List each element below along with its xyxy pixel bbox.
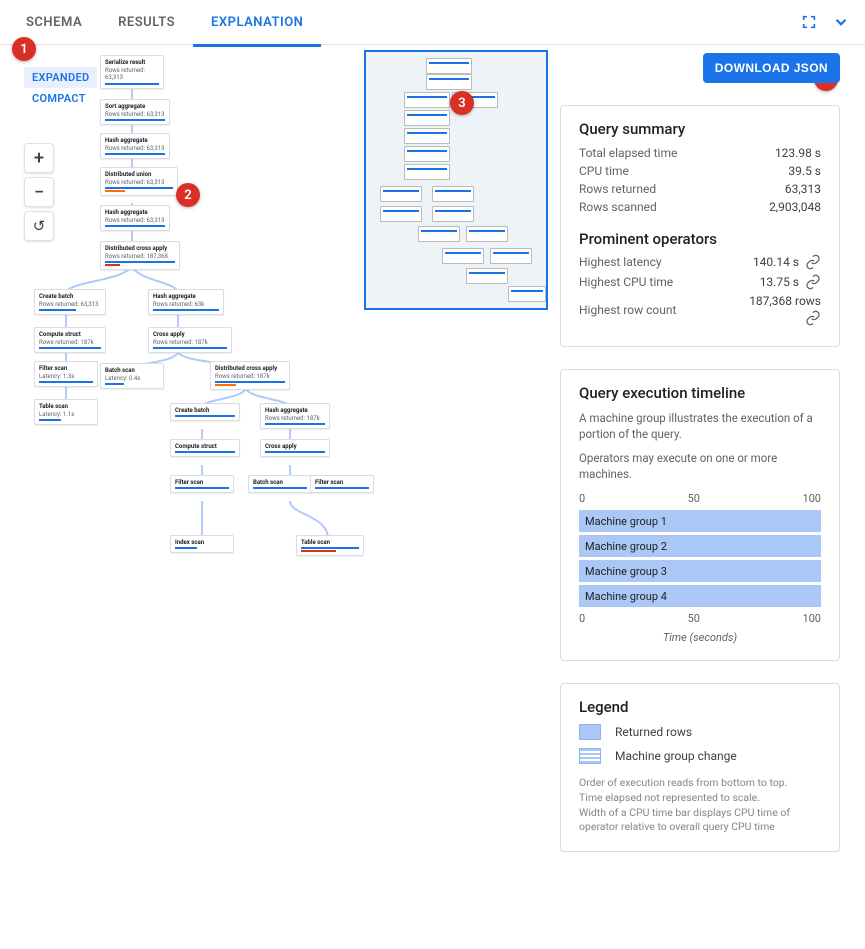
timeline-card: Query execution timeline A machine group… [560, 369, 840, 661]
timeline-xlabel: Time (seconds) [579, 631, 821, 644]
legend-card: Legend Returned rows Machine group chang… [560, 683, 840, 852]
machine-group-3[interactable]: Machine group 3 [579, 560, 821, 582]
machine-group-4[interactable]: Machine group 4 [579, 585, 821, 607]
rows-scanned-value: 2,903,048 [769, 200, 821, 214]
footer-line-2: Time elapsed not represented to scale. [579, 791, 821, 806]
link-icon[interactable] [805, 254, 821, 270]
plan-node[interactable]: Sort aggregateRows returned: 63,313 [100, 99, 170, 125]
zoom-in-button[interactable]: + [24, 143, 54, 173]
plan-node[interactable]: Create batchRows returned: 63,313 [34, 289, 106, 315]
plan-node[interactable]: Filter scan [310, 475, 374, 493]
callout-badge-1: 1 [12, 37, 36, 61]
tick-100b: 100 [802, 612, 821, 625]
collapse-chevron-icon[interactable] [825, 6, 857, 38]
plan-node[interactable]: Create batch [170, 403, 240, 421]
cpu-value: 39.5 s [788, 164, 821, 178]
download-json-button[interactable]: DOWNLOAD JSON [703, 53, 840, 83]
plan-node[interactable]: Hash aggregateRows returned: 63,313 [100, 133, 170, 159]
view-toggle: EXPANDED COMPACT [24, 67, 97, 109]
plan-node[interactable]: Serialize resultRows returned: 63,313 [100, 55, 164, 89]
footer-line-3: Width of a CPU time bar displays CPU tim… [579, 806, 821, 835]
highest-rows-label: Highest row count [579, 303, 676, 317]
zoom-out-button[interactable]: − [24, 177, 54, 207]
plan-node[interactable]: Cross apply [260, 439, 330, 457]
fullscreen-icon[interactable] [793, 6, 825, 38]
plan-node[interactable]: Table scan [296, 535, 364, 556]
timeline-desc-1: A machine group illustrates the executio… [579, 410, 821, 442]
timeline-axis-bottom: 0 50 100 [579, 610, 821, 627]
plan-node[interactable]: Compute structRows returned: 187k [34, 327, 106, 353]
machine-group-2[interactable]: Machine group 2 [579, 535, 821, 557]
highest-rows-value: 187,368 rows [749, 294, 821, 308]
elapsed-label: Total elapsed time [579, 146, 677, 160]
footer-line-1: Order of execution reads from bottom to … [579, 776, 821, 791]
highest-latency-label: Highest latency [579, 255, 662, 269]
timeline-desc-2: Operators may execute on one or more mac… [579, 450, 821, 482]
legend-title: Legend [579, 698, 821, 716]
callout-badge-2: 2 [176, 183, 200, 207]
plan-node[interactable]: Distributed cross applyRows returned: 18… [210, 361, 290, 390]
highest-cpu-value: 13.75 s [760, 275, 799, 289]
tick-50: 50 [688, 492, 700, 505]
plan-node[interactable]: Index scan [170, 535, 234, 553]
link-icon[interactable] [805, 274, 821, 290]
plan-node[interactable]: Table scanLatency: 1.1s [34, 399, 98, 425]
tab-explanation[interactable]: EXPLANATION [193, 0, 321, 47]
callout-badge-3: 3 [450, 91, 474, 115]
view-compact[interactable]: COMPACT [24, 88, 97, 109]
plan-node[interactable]: Hash aggregateRows returned: 63,313 [100, 205, 170, 231]
timeline-title: Query execution timeline [579, 384, 821, 402]
tick-50b: 50 [688, 612, 700, 625]
timeline-axis-top: 0 50 100 [579, 490, 821, 507]
plan-node[interactable]: Hash aggregateRows returned: 187k [260, 403, 330, 429]
legend-label-returned: Returned rows [615, 725, 692, 739]
legend-label-change: Machine group change [615, 749, 737, 763]
plan-node[interactable]: Compute struct [170, 439, 240, 457]
tab-results[interactable]: RESULTS [100, 0, 193, 44]
legend-swatch-change [579, 748, 601, 764]
plan-node[interactable]: Batch scan [248, 475, 312, 493]
rows-returned-label: Rows returned [579, 182, 656, 196]
plan-node[interactable]: Distributed cross applyRows returned: 18… [100, 241, 180, 270]
plan-node[interactable]: Cross applyRows returned: 187k [148, 327, 232, 353]
view-expanded[interactable]: EXPANDED [24, 67, 97, 88]
plan-node[interactable]: Batch scanLatency: 0.4s [100, 363, 164, 389]
plan-node[interactable]: Filter scan [170, 475, 234, 493]
query-summary-card: Query summary Total elapsed time 123.98 s… [560, 105, 840, 347]
plan-node[interactable]: Distributed unionRows returned: 63,313 [100, 167, 178, 196]
plan-node[interactable]: Filter scanLatency: 1.3s [34, 361, 98, 387]
plan-node[interactable]: Hash aggregateRows returned: 63k [148, 289, 224, 315]
highest-cpu-label: Highest CPU time [579, 275, 673, 289]
cpu-label: CPU time [579, 164, 629, 178]
link-icon[interactable] [805, 310, 821, 326]
rows-scanned-label: Rows scanned [579, 200, 657, 214]
plan-minimap[interactable] [364, 50, 548, 310]
legend-footer: Order of execution reads from bottom to … [579, 776, 821, 835]
highest-latency-value: 140.14 s [753, 255, 799, 269]
prominent-title: Prominent operators [579, 230, 821, 248]
query-summary-title: Query summary [579, 120, 821, 138]
tick-0: 0 [579, 492, 585, 505]
rows-returned-value: 63,313 [785, 182, 821, 196]
tick-0b: 0 [579, 612, 585, 625]
tabs-bar: SCHEMA RESULTS EXPLANATION [0, 0, 865, 45]
zoom-controls: + − ↺ [24, 143, 54, 241]
legend-swatch-returned [579, 724, 601, 740]
zoom-reset-button[interactable]: ↺ [24, 211, 54, 241]
query-plan-canvas[interactable]: EXPANDED COMPACT + − ↺ Serialize resultR… [0, 45, 548, 949]
machine-group-1[interactable]: Machine group 1 [579, 510, 821, 532]
tick-100: 100 [802, 492, 821, 505]
elapsed-value: 123.98 s [775, 146, 821, 160]
